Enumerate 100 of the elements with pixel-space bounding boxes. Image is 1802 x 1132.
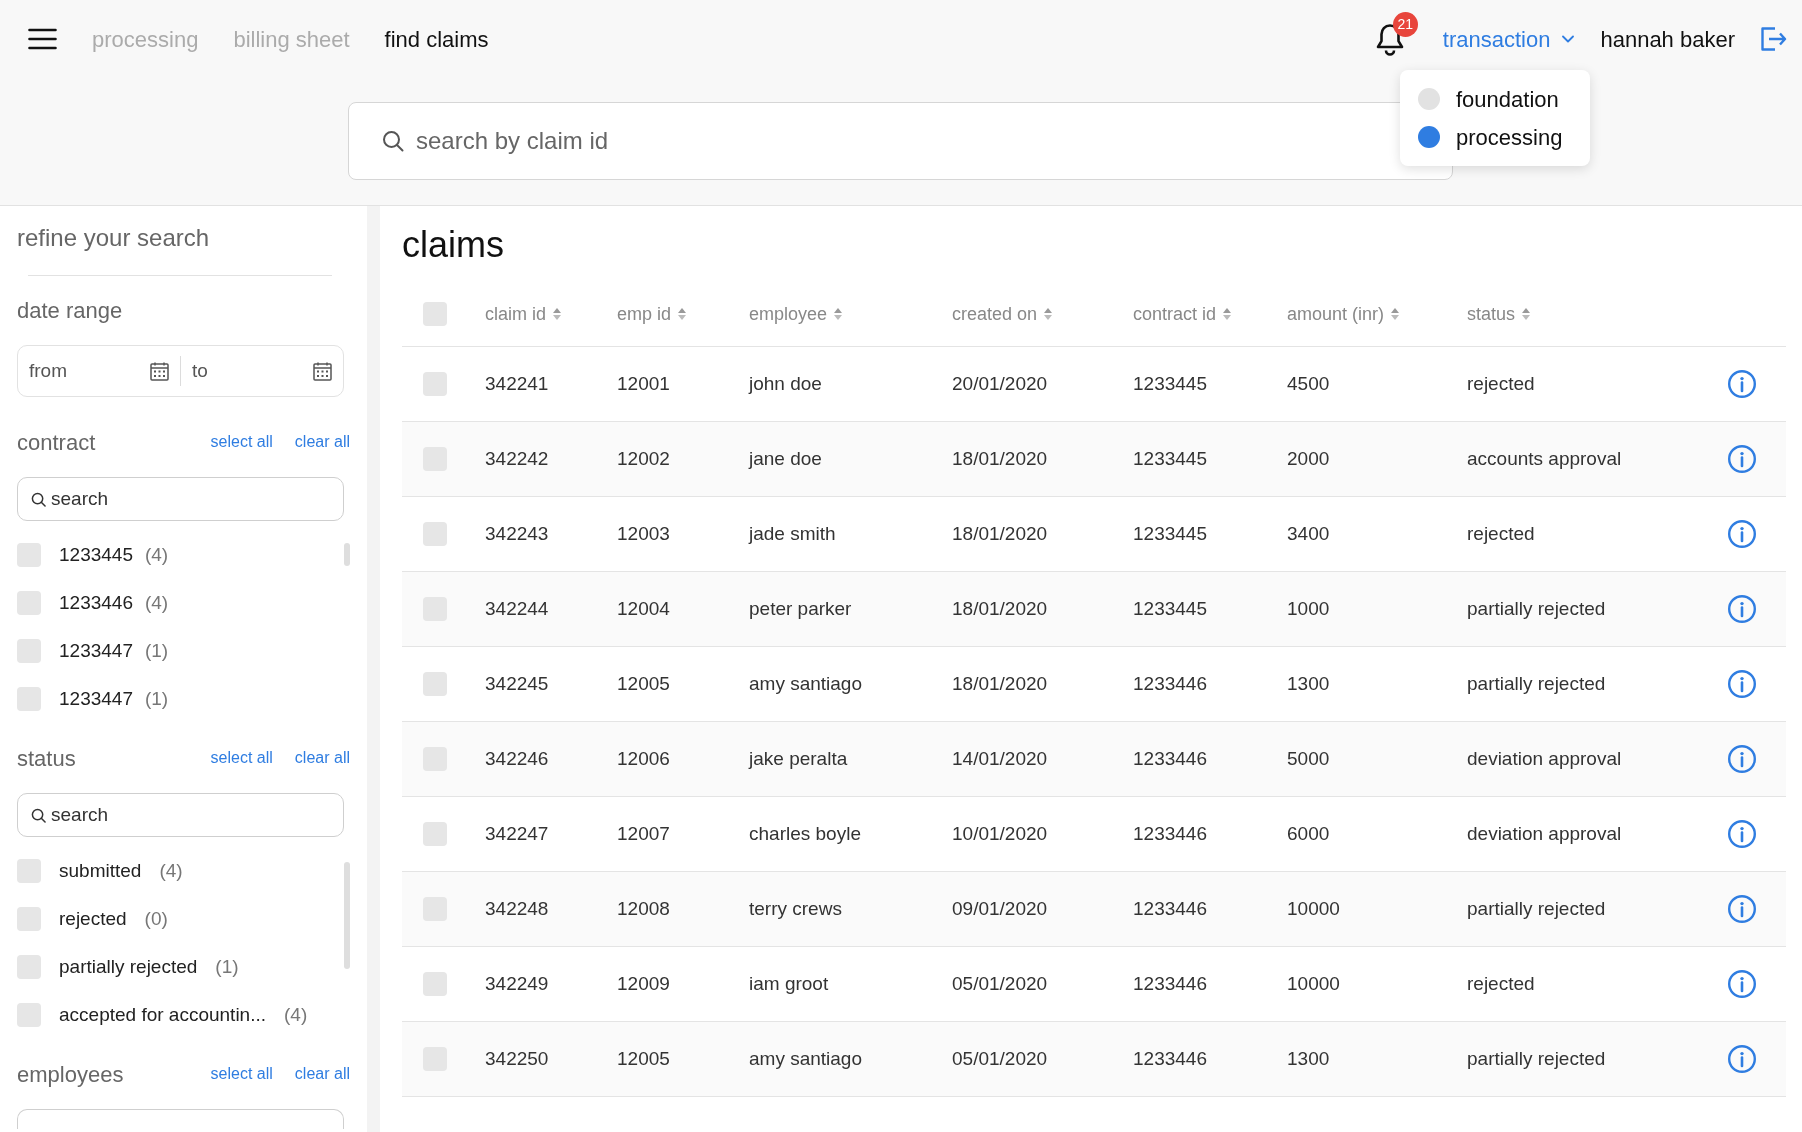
search-icon bbox=[382, 130, 404, 152]
sort-icon[interactable] bbox=[1522, 308, 1531, 320]
checkbox[interactable] bbox=[423, 972, 447, 996]
option-count: (4) bbox=[284, 1002, 308, 1027]
info-icon[interactable] bbox=[1728, 595, 1756, 623]
column-header[interactable]: emp id bbox=[617, 300, 687, 328]
checkbox[interactable] bbox=[423, 822, 447, 846]
checkbox[interactable] bbox=[17, 591, 41, 615]
checkbox[interactable] bbox=[17, 1003, 41, 1027]
calendar-icon[interactable] bbox=[150, 361, 169, 381]
calendar-icon[interactable] bbox=[313, 361, 332, 381]
sidebar-title: refine your search bbox=[17, 223, 211, 253]
transaction-dropdown[interactable]: transaction bbox=[1442, 22, 1575, 56]
column-header[interactable]: claim id bbox=[485, 300, 561, 328]
scrollbar-thumb[interactable] bbox=[344, 543, 350, 566]
option-label: accepted for accountin... bbox=[59, 1002, 266, 1027]
table-cell: 18/01/2020 bbox=[952, 522, 1048, 544]
checkbox[interactable] bbox=[17, 639, 41, 663]
column-header[interactable]: contract id bbox=[1133, 300, 1232, 328]
nav-tab[interactable]: find claims bbox=[384, 22, 489, 56]
checkbox[interactable] bbox=[17, 955, 41, 979]
table-cell: 05/01/2020 bbox=[952, 972, 1048, 994]
sort-icon[interactable] bbox=[1391, 308, 1400, 320]
sort-icon[interactable] bbox=[834, 308, 843, 320]
search-field[interactable]: search bbox=[17, 793, 344, 837]
table-cell: rejected bbox=[1467, 972, 1535, 994]
clear-all-link[interactable]: clear all bbox=[294, 1062, 350, 1086]
logout-icon[interactable] bbox=[1761, 27, 1787, 51]
checkbox[interactable] bbox=[423, 522, 447, 546]
option-label: 1233446 bbox=[59, 590, 133, 615]
sort-icon[interactable] bbox=[1044, 308, 1053, 320]
checkbox[interactable] bbox=[423, 672, 447, 696]
table-cell: partially rejected bbox=[1467, 672, 1606, 694]
checkbox[interactable] bbox=[423, 372, 447, 396]
table-cell: rejected bbox=[1467, 372, 1535, 394]
table-cell: 05/01/2020 bbox=[952, 1047, 1048, 1069]
info-icon[interactable] bbox=[1728, 670, 1756, 698]
table-cell: 12007 bbox=[617, 822, 670, 844]
search-field[interactable] bbox=[17, 1109, 344, 1129]
radio-icon[interactable] bbox=[1418, 88, 1440, 110]
table-cell: jake peralta bbox=[749, 747, 848, 769]
date-input[interactable]: from bbox=[29, 356, 144, 386]
table-cell: terry crews bbox=[749, 897, 842, 919]
search-input[interactable]: search bbox=[51, 800, 343, 830]
radio-icon[interactable] bbox=[1418, 126, 1440, 148]
checkbox[interactable] bbox=[17, 907, 41, 931]
chevron-down-icon[interactable] bbox=[1562, 35, 1575, 43]
checkbox[interactable] bbox=[17, 859, 41, 883]
table-cell: 12003 bbox=[617, 522, 670, 544]
checkbox[interactable] bbox=[423, 302, 447, 326]
table-cell: rejected bbox=[1467, 522, 1535, 544]
search-field[interactable]: search bbox=[17, 477, 344, 521]
table-cell: iam groot bbox=[749, 972, 829, 994]
date-input[interactable]: to bbox=[192, 356, 307, 386]
table-cell: 18/01/2020 bbox=[952, 447, 1048, 469]
column-header[interactable]: status bbox=[1467, 300, 1531, 328]
search-field[interactable]: search by claim id bbox=[348, 102, 1453, 180]
info-icon[interactable] bbox=[1728, 745, 1756, 773]
sort-icon[interactable] bbox=[678, 308, 687, 320]
column-header[interactable]: amount (inr) bbox=[1287, 300, 1400, 328]
select-all-link[interactable]: select all bbox=[210, 746, 273, 770]
table-cell: 1233445 bbox=[1133, 597, 1207, 619]
table-cell: 09/01/2020 bbox=[952, 897, 1048, 919]
select-all-link[interactable]: select all bbox=[210, 430, 273, 454]
info-icon[interactable] bbox=[1728, 1045, 1756, 1073]
table-cell: 1233446 bbox=[1133, 672, 1207, 694]
info-icon[interactable] bbox=[1728, 895, 1756, 923]
page-title: claims bbox=[402, 223, 505, 267]
sort-icon[interactable] bbox=[553, 308, 561, 320]
table-cell: 342245 bbox=[485, 672, 549, 694]
checkbox[interactable] bbox=[17, 687, 41, 711]
info-icon[interactable] bbox=[1728, 520, 1756, 548]
checkbox[interactable] bbox=[17, 543, 41, 567]
menu-icon[interactable] bbox=[28, 28, 57, 50]
select-all-link[interactable]: select all bbox=[210, 1062, 273, 1086]
table-cell: 4500 bbox=[1287, 372, 1330, 394]
nav-tab[interactable]: billing sheet bbox=[233, 22, 350, 56]
info-icon[interactable] bbox=[1728, 370, 1756, 398]
table-cell: 342247 bbox=[485, 822, 549, 844]
sort-icon[interactable] bbox=[1223, 308, 1232, 320]
nav-tab[interactable]: processing bbox=[92, 22, 199, 56]
info-icon[interactable] bbox=[1728, 445, 1756, 473]
info-icon[interactable] bbox=[1728, 970, 1756, 998]
table-cell: 342244 bbox=[485, 597, 549, 619]
clear-all-link[interactable]: clear all bbox=[294, 746, 350, 770]
table-cell: 1000 bbox=[1287, 597, 1330, 619]
scrollbar-thumb[interactable] bbox=[344, 862, 350, 969]
option-count: (1) bbox=[144, 686, 169, 711]
search-input[interactable]: search bbox=[51, 484, 343, 514]
table-cell: 342248 bbox=[485, 897, 549, 919]
table-cell: amy santiago bbox=[749, 672, 862, 694]
info-icon[interactable] bbox=[1728, 820, 1756, 848]
option-label: 1233445 bbox=[59, 542, 133, 567]
column-header[interactable]: created on bbox=[952, 300, 1053, 328]
section-label: contract bbox=[17, 428, 97, 457]
table-cell: charles boyle bbox=[749, 822, 861, 844]
table-cell: 1300 bbox=[1287, 1047, 1330, 1069]
section-label: employees bbox=[17, 1060, 125, 1089]
clear-all-link[interactable]: clear all bbox=[294, 430, 350, 454]
column-header[interactable]: employee bbox=[749, 300, 843, 328]
